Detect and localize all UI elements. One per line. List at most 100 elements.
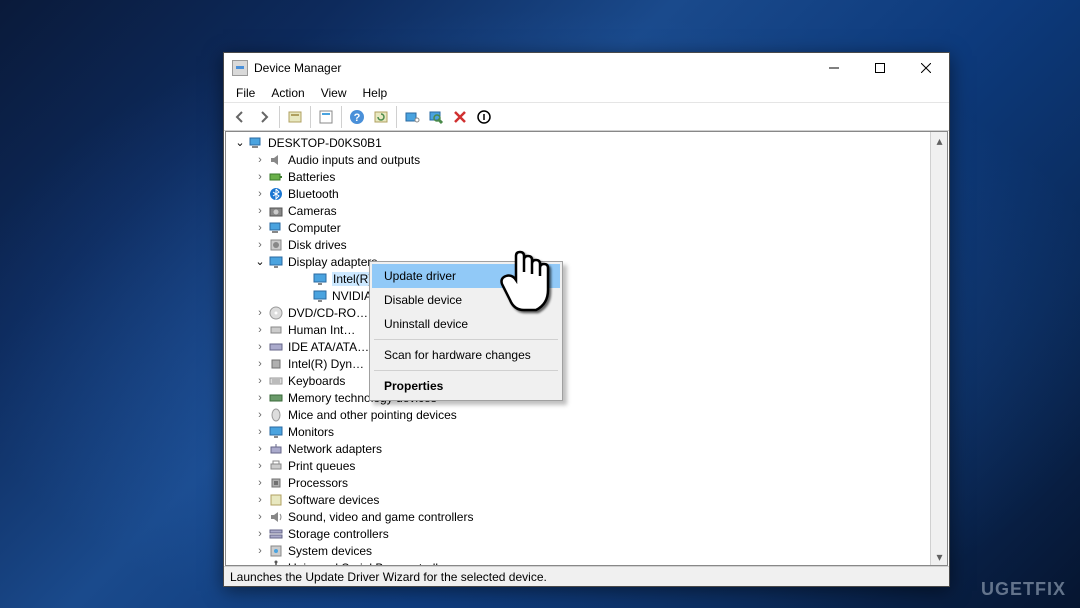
tree-node[interactable]: › Print queues: [226, 457, 930, 474]
mouse-icon: [268, 407, 284, 423]
tree-node[interactable]: ›Memory technology devices: [226, 389, 930, 406]
tree-node[interactable]: › Bluetooth: [226, 185, 930, 202]
storage-icon: [268, 526, 284, 542]
scroll-down-icon[interactable]: ▾: [931, 548, 948, 565]
expand-icon[interactable]: ›: [252, 171, 268, 183]
menu-action[interactable]: Action: [263, 84, 312, 102]
tree-node[interactable]: › System devices: [226, 542, 930, 559]
tree-node[interactable]: ›Mice and other pointing devices: [226, 406, 930, 423]
monitor-icon: [268, 424, 284, 440]
tree-node-label: System devices: [288, 544, 372, 558]
expand-icon[interactable]: ›: [252, 494, 268, 506]
expand-icon[interactable]: ›: [252, 307, 268, 319]
update-driver-button[interactable]: [400, 105, 424, 129]
tree-node[interactable]: ›Disk drives: [226, 236, 930, 253]
tree-node-label: Display adapters: [288, 255, 377, 269]
software-icon: [268, 492, 284, 508]
minimize-button[interactable]: [811, 53, 857, 83]
context-menu-item[interactable]: Disable device: [372, 288, 560, 312]
menu-help[interactable]: Help: [355, 84, 396, 102]
tree-node[interactable]: ›Network adapters: [226, 440, 930, 457]
menu-file[interactable]: File: [228, 84, 263, 102]
collapse-icon[interactable]: ⌄: [232, 136, 248, 149]
tree-node[interactable]: › DVD/CD-RO…: [226, 304, 930, 321]
tree-node[interactable]: ›Human Int…: [226, 321, 930, 338]
expand-icon[interactable]: ›: [252, 545, 268, 557]
menu-view[interactable]: View: [313, 84, 355, 102]
tree-node[interactable]: › Sound, video and game controllers: [226, 508, 930, 525]
tree-node-label: Print queues: [288, 459, 355, 473]
tree-node-label: DVD/CD-RO…: [288, 306, 368, 320]
svg-text:?: ?: [354, 112, 361, 124]
properties-button[interactable]: [314, 105, 338, 129]
system-icon: [268, 543, 284, 559]
context-menu-item[interactable]: Uninstall device: [372, 312, 560, 336]
tree-node[interactable]: › Software devices: [226, 491, 930, 508]
scroll-up-icon[interactable]: ▴: [931, 132, 948, 149]
context-menu-item[interactable]: Properties: [372, 374, 560, 398]
sound-icon: [268, 509, 284, 525]
tree-node[interactable]: › Intel(R) Dyn…: [226, 355, 930, 372]
titlebar[interactable]: Device Manager: [224, 53, 949, 83]
expand-icon[interactable]: ›: [252, 205, 268, 217]
bluetooth-icon: [268, 186, 284, 202]
show-hidden-button[interactable]: [283, 105, 307, 129]
window-title: Device Manager: [254, 61, 341, 75]
monitor-icon: [312, 271, 328, 287]
context-menu-item[interactable]: Update driver: [372, 264, 560, 288]
tree-node[interactable]: NVIDIA …: [226, 287, 930, 304]
tree-node[interactable]: ›Cameras: [226, 202, 930, 219]
expand-icon[interactable]: ›: [252, 239, 268, 251]
expand-icon[interactable]: ›: [252, 324, 268, 336]
keyboard-icon: [268, 373, 284, 389]
expand-icon[interactable]: ›: [252, 528, 268, 540]
expand-icon[interactable]: ›: [252, 222, 268, 234]
expand-icon[interactable]: ›: [252, 460, 268, 472]
context-menu: Update driverDisable deviceUninstall dev…: [369, 261, 563, 401]
expand-icon[interactable]: ›: [252, 409, 268, 421]
scan-hardware-button[interactable]: [424, 105, 448, 129]
tree-node[interactable]: ›Computer: [226, 219, 930, 236]
tree-node[interactable]: ›Universal Serial Bus controllers: [226, 559, 930, 565]
maximize-button[interactable]: [857, 53, 903, 83]
expand-icon[interactable]: ›: [252, 477, 268, 489]
computer-icon: [268, 220, 284, 236]
expand-icon[interactable]: ›: [252, 358, 268, 370]
device-tree[interactable]: ⌄DESKTOP-D0KS0B1›Audio inputs and output…: [226, 132, 930, 565]
help-button[interactable]: ?: [345, 105, 369, 129]
tree-node-label: Software devices: [288, 493, 379, 507]
expand-icon[interactable]: ›: [252, 154, 268, 166]
expand-icon[interactable]: ›: [252, 341, 268, 353]
tree-node[interactable]: ›Monitors: [226, 423, 930, 440]
tree-node[interactable]: ›Keyboards: [226, 372, 930, 389]
expand-icon[interactable]: ›: [252, 188, 268, 200]
tree-node[interactable]: Intel(R) HD Graphics 4000: [226, 270, 930, 287]
expand-icon[interactable]: ›: [252, 443, 268, 455]
forward-button[interactable]: [252, 105, 276, 129]
tree-node[interactable]: ›Storage controllers: [226, 525, 930, 542]
tree-node-label: Bluetooth: [288, 187, 339, 201]
expand-icon[interactable]: ›: [252, 392, 268, 404]
close-button[interactable]: [903, 53, 949, 83]
expand-icon[interactable]: ›: [252, 375, 268, 387]
tree-node[interactable]: ›Batteries: [226, 168, 930, 185]
expand-icon[interactable]: ›: [252, 426, 268, 438]
scrollbar[interactable]: ▴ ▾: [930, 132, 947, 565]
expand-icon[interactable]: ›: [252, 562, 268, 566]
tree-node[interactable]: ›Processors: [226, 474, 930, 491]
expand-icon[interactable]: ›: [252, 511, 268, 523]
content-area: ⌄DESKTOP-D0KS0B1›Audio inputs and output…: [225, 131, 948, 566]
disable-button[interactable]: [472, 105, 496, 129]
tree-node[interactable]: ›Audio inputs and outputs: [226, 151, 930, 168]
refresh-button[interactable]: [369, 105, 393, 129]
tree-node-label: Sound, video and game controllers: [288, 510, 473, 524]
collapse-icon[interactable]: ⌄: [252, 255, 268, 268]
tree-node[interactable]: ⌄DESKTOP-D0KS0B1: [226, 134, 930, 151]
uninstall-button[interactable]: [448, 105, 472, 129]
printer-icon: [268, 458, 284, 474]
back-button[interactable]: [228, 105, 252, 129]
context-menu-item[interactable]: Scan for hardware changes: [372, 343, 560, 367]
tree-node[interactable]: ›IDE ATA/ATA…: [226, 338, 930, 355]
tree-node[interactable]: ⌄ Display adapters: [226, 253, 930, 270]
tree-node-label: Intel(R) Dyn…: [288, 357, 364, 371]
